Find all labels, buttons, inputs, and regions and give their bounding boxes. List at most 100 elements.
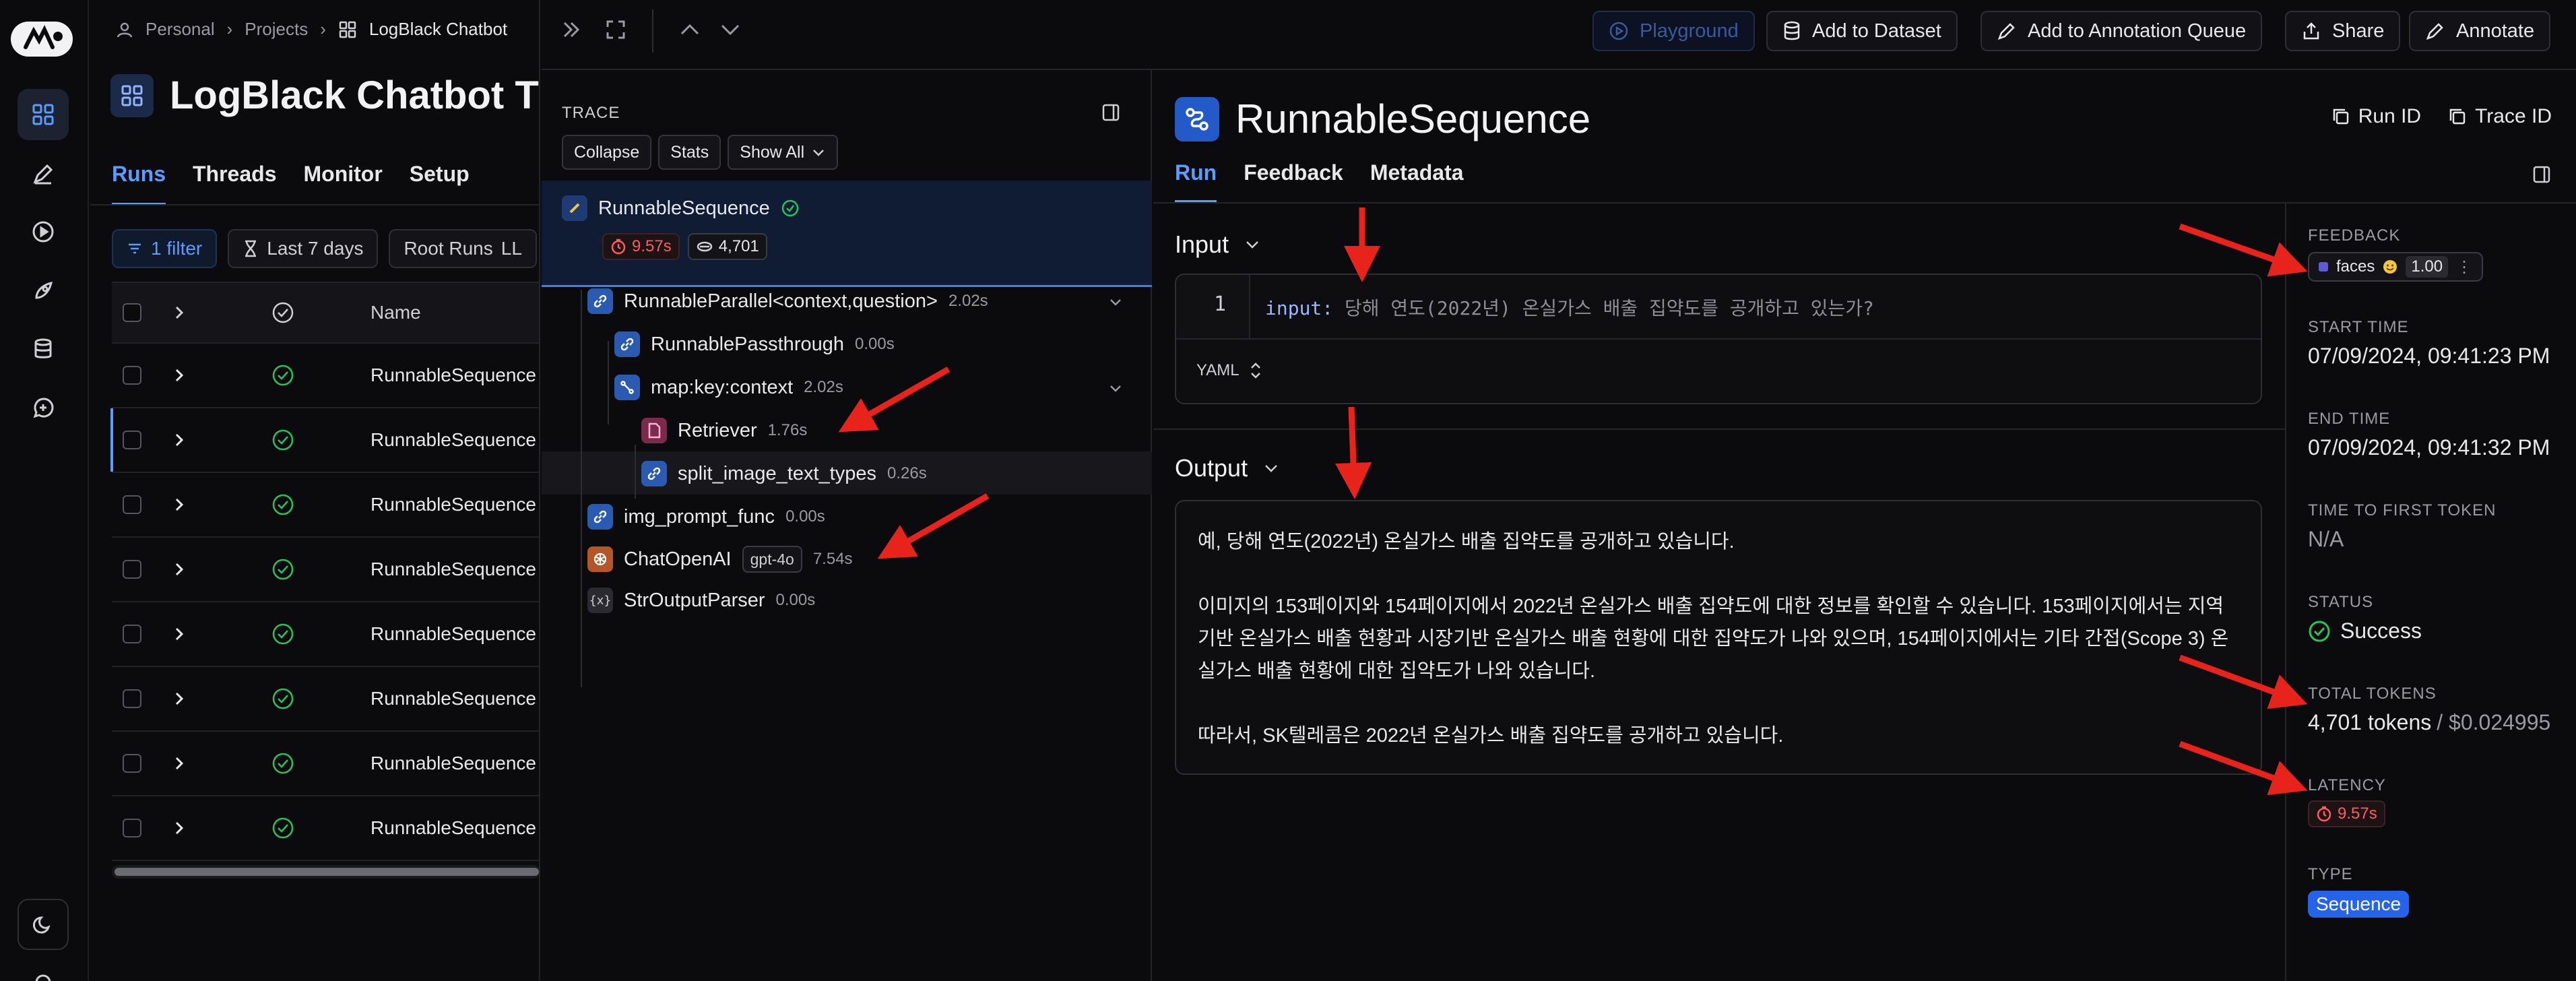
expand-all-icon[interactable] xyxy=(172,305,186,321)
app-logo[interactable] xyxy=(9,20,74,58)
copy-trace-id-button[interactable]: Trace ID xyxy=(2448,105,2552,128)
table-row[interactable]: RunnableSequence xyxy=(112,796,539,861)
trace-node-str-output-parser[interactable]: {x} StrOutputParser 0.00s xyxy=(587,588,815,613)
table-row[interactable]: RunnableSequence xyxy=(112,732,539,796)
playground-button[interactable]: Playground xyxy=(1592,11,1755,51)
chevron-down-icon[interactable] xyxy=(1107,294,1124,310)
feedback-chip[interactable]: faces 1.00 ⋮ xyxy=(2308,252,2484,282)
tab-metadata[interactable]: Metadata xyxy=(1370,160,1464,203)
output-paragraph: 예, 당해 연도(2022년) 온실가스 배출 집약도를 공개하고 있습니다. xyxy=(1198,531,1735,552)
breadcrumb-projects[interactable]: Projects xyxy=(245,19,308,40)
tab-monitor[interactable]: Monitor xyxy=(303,162,382,205)
feedback-item[interactable]: faces 1.00 ⋮ xyxy=(2308,252,2484,282)
trace-node-chat-openai[interactable]: ChatOpenAI gpt-4o 7.54s xyxy=(587,546,853,573)
tab-runs[interactable]: Runs xyxy=(112,162,166,205)
chevron-right-icon[interactable] xyxy=(172,432,186,448)
expand-panel-icon[interactable] xyxy=(559,18,583,42)
row-checkbox[interactable] xyxy=(123,366,141,385)
database-icon[interactable] xyxy=(18,323,69,375)
trace-node-duration: 0.00s xyxy=(775,591,816,609)
chevron-right-icon[interactable] xyxy=(172,820,186,836)
root-runs-toggle[interactable]: Root Runs LL xyxy=(389,229,537,268)
breadcrumb-project[interactable]: LogBlack Chatbot xyxy=(369,19,507,40)
table-row[interactable]: RunnableSequence xyxy=(112,602,539,667)
chevron-right-icon[interactable] xyxy=(172,497,186,513)
table-row[interactable]: RunnableSequence xyxy=(112,473,539,538)
row-checkbox[interactable] xyxy=(123,819,141,837)
row-checkbox[interactable] xyxy=(123,560,141,579)
table-row[interactable]: RunnableSequence xyxy=(112,667,539,732)
row-checkbox[interactable] xyxy=(123,495,141,514)
trace-node-split-image-text-types[interactable]: split_image_text_types 0.26s xyxy=(641,461,927,486)
tab-threads[interactable]: Threads xyxy=(193,162,276,205)
share-button[interactable]: Share xyxy=(2285,11,2401,51)
run-name[interactable]: RunnableSequence xyxy=(371,817,536,839)
row-checkbox[interactable] xyxy=(123,431,141,449)
row-checkbox[interactable] xyxy=(123,625,141,643)
next-run-icon[interactable] xyxy=(718,19,742,40)
table-row[interactable]: RunnableSequence xyxy=(112,538,539,602)
collapse-button[interactable]: Collapse xyxy=(562,135,652,170)
stats-button[interactable]: Stats xyxy=(658,135,721,170)
trace-node-img-prompt-func[interactable]: img_prompt_func 0.00s xyxy=(587,504,825,530)
breadcrumb-personal[interactable]: Personal xyxy=(146,19,215,40)
input-box: 1 input: 당해 연도(2022년) 온실가스 배출 집약도를 공개하고 … xyxy=(1175,274,2262,404)
run-name[interactable]: RunnableSequence xyxy=(371,365,536,386)
chevron-right-icon[interactable] xyxy=(172,626,186,642)
settings-icon[interactable] xyxy=(18,957,69,981)
chat-plus-icon[interactable] xyxy=(18,383,69,434)
chevron-right-icon[interactable] xyxy=(172,561,186,577)
run-name[interactable]: RunnableSequence xyxy=(371,559,536,580)
table-row[interactable]: RunnableSequence xyxy=(112,344,539,408)
tab-run[interactable]: Run xyxy=(1175,160,1217,203)
row-checkbox[interactable] xyxy=(123,754,141,773)
previous-run-icon[interactable] xyxy=(678,19,702,40)
token-icon xyxy=(696,240,713,253)
sidebar-toggle-icon[interactable] xyxy=(2532,164,2552,185)
scrollbar-thumb[interactable] xyxy=(115,868,539,876)
copy-run-id-button[interactable]: Run ID xyxy=(2331,105,2421,128)
name-column-header[interactable]: Name xyxy=(371,302,421,323)
more-icon[interactable]: ⋮ xyxy=(2456,257,2472,277)
trace-node-runnable-parallel[interactable]: RunnableParallel<context,question> 2.02s xyxy=(587,288,988,314)
date-range-button[interactable]: Last 7 days xyxy=(228,229,379,268)
input-code[interactable]: input: 당해 연도(2022년) 온실가스 배출 집약도를 공개하고 있는… xyxy=(1265,294,1874,321)
format-selector[interactable]: YAML xyxy=(1196,361,1262,380)
row-checkbox[interactable] xyxy=(123,689,141,708)
run-name[interactable]: RunnableSequence xyxy=(371,753,536,774)
play-icon[interactable] xyxy=(18,206,69,257)
add-to-annotation-queue-button[interactable]: Add to Annotation Queue xyxy=(1981,11,2263,51)
projects-icon[interactable] xyxy=(18,89,69,140)
tab-setup[interactable]: Setup xyxy=(410,162,470,205)
run-name[interactable]: RunnableSequence xyxy=(371,429,536,451)
trace-node-map-key-context[interactable]: map:key:context 2.02s xyxy=(614,375,843,400)
panel-toggle-icon[interactable] xyxy=(1101,102,1121,123)
add-to-dataset-button[interactable]: Add to Dataset xyxy=(1766,11,1958,51)
output-section-toggle[interactable]: Output xyxy=(1175,454,1280,482)
input-section-toggle[interactable]: Input xyxy=(1175,230,1261,259)
chevron-down-icon[interactable] xyxy=(1107,380,1124,396)
run-name[interactable]: RunnableSequence xyxy=(371,494,536,515)
chevron-right-icon[interactable] xyxy=(172,755,186,771)
run-name[interactable]: RunnableSequence xyxy=(371,688,536,709)
trace-node-root[interactable]: RunnableSequence xyxy=(562,195,800,221)
select-all-checkbox[interactable] xyxy=(123,303,141,322)
success-icon xyxy=(271,816,295,840)
trace-node-runnable-passthrough[interactable]: RunnablePassthrough 0.00s xyxy=(614,331,895,357)
annotate-icon[interactable] xyxy=(18,148,69,199)
fullscreen-icon[interactable] xyxy=(604,18,628,42)
chevron-right-icon[interactable] xyxy=(172,691,186,707)
rocket-icon[interactable] xyxy=(18,265,69,317)
tab-feedback[interactable]: Feedback xyxy=(1244,160,1343,203)
chevron-right-icon[interactable] xyxy=(172,367,186,383)
filter-button[interactable]: 1 filter xyxy=(112,229,218,268)
share-label: Share xyxy=(2332,20,2385,42)
output-text[interactable]: 예, 당해 연도(2022년) 온실가스 배출 집약도를 공개하고 있습니다. … xyxy=(1176,501,2261,776)
horizontal-scrollbar[interactable] xyxy=(112,865,539,879)
show-all-dropdown[interactable]: Show All xyxy=(728,135,839,170)
annotate-button[interactable]: Annotate xyxy=(2409,11,2551,51)
table-row[interactable]: RunnableSequence xyxy=(110,408,539,473)
run-name[interactable]: RunnableSequence xyxy=(371,623,536,645)
moon-icon[interactable] xyxy=(18,899,69,950)
trace-node-retriever[interactable]: Retriever 1.76s xyxy=(641,418,807,443)
